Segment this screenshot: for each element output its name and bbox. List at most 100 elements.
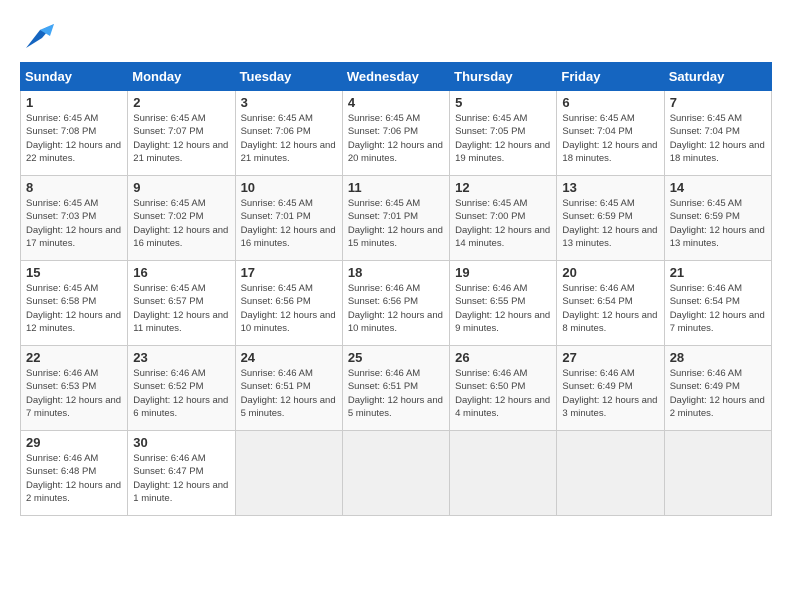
- calendar-day-cell: 24Sunrise: 6:46 AM Sunset: 6:51 PM Dayli…: [235, 346, 342, 431]
- day-info: Sunrise: 6:45 AM Sunset: 6:57 PM Dayligh…: [133, 282, 229, 335]
- weekday-header: Monday: [128, 63, 235, 91]
- calendar-day-cell: 6Sunrise: 6:45 AM Sunset: 7:04 PM Daylig…: [557, 91, 664, 176]
- calendar-day-cell: 4 Sunrise: 6:45 AM Sunset: 7:06 PM Daylig…: [342, 91, 449, 176]
- day-info: Sunrise: 6:46 AM Sunset: 6:49 PM Dayligh…: [562, 367, 658, 420]
- day-number: 22: [26, 350, 122, 365]
- day-number: 11: [348, 180, 444, 195]
- calendar-day-cell: [557, 431, 664, 516]
- day-info: Sunrise: 6:46 AM Sunset: 6:51 PM Dayligh…: [241, 367, 337, 420]
- calendar-day-cell: 20Sunrise: 6:46 AM Sunset: 6:54 PM Dayli…: [557, 261, 664, 346]
- calendar-day-cell: 23 Sunrise: 6:46 AM Sunset: 6:52 PM Dayli…: [128, 346, 235, 431]
- day-info: Sunrise: 6:46 AM Sunset: 6:54 PM Dayligh…: [670, 282, 766, 335]
- day-number: 7: [670, 95, 766, 110]
- logo: [20, 20, 62, 52]
- day-info: Sunrise: 6:45 AM Sunset: 7:02 PM Dayligh…: [133, 197, 229, 250]
- day-number: 1: [26, 95, 122, 110]
- day-info: Sunrise: 6:45 AM Sunset: 6:58 PM Dayligh…: [26, 282, 122, 335]
- day-number: 29: [26, 435, 122, 450]
- day-number: 15: [26, 265, 122, 280]
- day-info: Sunrise: 6:45 AM Sunset: 7:07 PM Dayligh…: [133, 112, 229, 165]
- day-number: 16: [133, 265, 229, 280]
- weekday-header: Tuesday: [235, 63, 342, 91]
- day-info: Sunrise: 6:45 AM Sunset: 7:05 PM Dayligh…: [455, 112, 551, 165]
- day-number: 9: [133, 180, 229, 195]
- calendar-day-cell: 27 Sunrise: 6:46 AM Sunset: 6:49 PM Dayli…: [557, 346, 664, 431]
- weekday-header: Sunday: [21, 63, 128, 91]
- calendar-day-cell: 16 Sunrise: 6:45 AM Sunset: 6:57 PM Dayli…: [128, 261, 235, 346]
- day-number: 28: [670, 350, 766, 365]
- calendar-day-cell: 21Sunrise: 6:46 AM Sunset: 6:54 PM Dayli…: [664, 261, 771, 346]
- day-info: Sunrise: 6:45 AM Sunset: 7:06 PM Dayligh…: [348, 112, 444, 165]
- calendar-day-cell: [235, 431, 342, 516]
- calendar-day-cell: 19Sunrise: 6:46 AM Sunset: 6:55 PM Dayli…: [450, 261, 557, 346]
- calendar-week-row: 29 Sunrise: 6:46 AM Sunset: 6:48 PM Dayli…: [21, 431, 772, 516]
- calendar-day-cell: 10 Sunrise: 6:45 AM Sunset: 7:01 PM Dayli…: [235, 176, 342, 261]
- calendar-day-cell: 11 Sunrise: 6:45 AM Sunset: 7:01 PM Dayli…: [342, 176, 449, 261]
- calendar-day-cell: 1 Sunrise: 6:45 AM Sunset: 7:08 PM Daylig…: [21, 91, 128, 176]
- day-number: 23: [133, 350, 229, 365]
- calendar-header: SundayMondayTuesdayWednesdayThursdayFrid…: [21, 63, 772, 91]
- calendar-day-cell: 3 Sunrise: 6:45 AM Sunset: 7:06 PM Daylig…: [235, 91, 342, 176]
- calendar-day-cell: 9 Sunrise: 6:45 AM Sunset: 7:02 PM Daylig…: [128, 176, 235, 261]
- day-number: 14: [670, 180, 766, 195]
- calendar-day-cell: 22 Sunrise: 6:46 AM Sunset: 6:53 PM Dayli…: [21, 346, 128, 431]
- day-info: Sunrise: 6:46 AM Sunset: 6:55 PM Dayligh…: [455, 282, 551, 335]
- day-number: 10: [241, 180, 337, 195]
- calendar-day-cell: 13 Sunrise: 6:45 AM Sunset: 6:59 PM Dayli…: [557, 176, 664, 261]
- day-number: 4: [348, 95, 444, 110]
- day-info: Sunrise: 6:45 AM Sunset: 6:56 PM Dayligh…: [241, 282, 337, 335]
- day-info: Sunrise: 6:45 AM Sunset: 7:08 PM Dayligh…: [26, 112, 122, 165]
- calendar-day-cell: 8 Sunrise: 6:45 AM Sunset: 7:03 PM Daylig…: [21, 176, 128, 261]
- calendar-week-row: 8 Sunrise: 6:45 AM Sunset: 7:03 PM Daylig…: [21, 176, 772, 261]
- day-info: Sunrise: 6:46 AM Sunset: 6:47 PM Dayligh…: [133, 452, 229, 505]
- calendar-day-cell: 17 Sunrise: 6:45 AM Sunset: 6:56 PM Dayli…: [235, 261, 342, 346]
- calendar-day-cell: 15 Sunrise: 6:45 AM Sunset: 6:58 PM Dayli…: [21, 261, 128, 346]
- day-number: 5: [455, 95, 551, 110]
- day-number: 26: [455, 350, 551, 365]
- calendar-table: SundayMondayTuesdayWednesdayThursdayFrid…: [20, 62, 772, 516]
- calendar-day-cell: 28Sunrise: 6:46 AM Sunset: 6:49 PM Dayli…: [664, 346, 771, 431]
- calendar-day-cell: 5 Sunrise: 6:45 AM Sunset: 7:05 PM Daylig…: [450, 91, 557, 176]
- day-info: Sunrise: 6:46 AM Sunset: 6:48 PM Dayligh…: [26, 452, 122, 505]
- day-info: Sunrise: 6:46 AM Sunset: 6:51 PM Dayligh…: [348, 367, 444, 420]
- day-info: Sunrise: 6:45 AM Sunset: 7:00 PM Dayligh…: [455, 197, 551, 250]
- day-number: 27: [562, 350, 658, 365]
- day-info: Sunrise: 6:46 AM Sunset: 6:53 PM Dayligh…: [26, 367, 122, 420]
- day-info: Sunrise: 6:45 AM Sunset: 7:03 PM Dayligh…: [26, 197, 122, 250]
- calendar-day-cell: 18 Sunrise: 6:46 AM Sunset: 6:56 PM Dayli…: [342, 261, 449, 346]
- calendar-day-cell: 14 Sunrise: 6:45 AM Sunset: 6:59 PM Dayli…: [664, 176, 771, 261]
- page-header: [20, 20, 772, 52]
- calendar-day-cell: 2 Sunrise: 6:45 AM Sunset: 7:07 PM Daylig…: [128, 91, 235, 176]
- day-number: 17: [241, 265, 337, 280]
- day-number: 2: [133, 95, 229, 110]
- calendar-day-cell: [342, 431, 449, 516]
- day-info: Sunrise: 6:45 AM Sunset: 7:06 PM Dayligh…: [241, 112, 337, 165]
- day-number: 25: [348, 350, 444, 365]
- calendar-day-cell: 29 Sunrise: 6:46 AM Sunset: 6:48 PM Dayli…: [21, 431, 128, 516]
- calendar-week-row: 1 Sunrise: 6:45 AM Sunset: 7:08 PM Daylig…: [21, 91, 772, 176]
- day-number: 6: [562, 95, 658, 110]
- day-info: Sunrise: 6:45 AM Sunset: 6:59 PM Dayligh…: [562, 197, 658, 250]
- calendar-day-cell: 26 Sunrise: 6:46 AM Sunset: 6:50 PM Dayli…: [450, 346, 557, 431]
- day-info: Sunrise: 6:46 AM Sunset: 6:54 PM Dayligh…: [562, 282, 658, 335]
- calendar-body: 1 Sunrise: 6:45 AM Sunset: 7:08 PM Daylig…: [21, 91, 772, 516]
- weekday-header: Saturday: [664, 63, 771, 91]
- day-info: Sunrise: 6:45 AM Sunset: 7:01 PM Dayligh…: [348, 197, 444, 250]
- weekday-header: Friday: [557, 63, 664, 91]
- day-info: Sunrise: 6:45 AM Sunset: 6:59 PM Dayligh…: [670, 197, 766, 250]
- calendar-day-cell: 7 Sunrise: 6:45 AM Sunset: 7:04 PM Daylig…: [664, 91, 771, 176]
- day-number: 13: [562, 180, 658, 195]
- day-info: Sunrise: 6:46 AM Sunset: 6:52 PM Dayligh…: [133, 367, 229, 420]
- logo-icon: [20, 20, 58, 52]
- calendar-day-cell: 30Sunrise: 6:46 AM Sunset: 6:47 PM Dayli…: [128, 431, 235, 516]
- day-info: Sunrise: 6:46 AM Sunset: 6:56 PM Dayligh…: [348, 282, 444, 335]
- calendar-day-cell: 12Sunrise: 6:45 AM Sunset: 7:00 PM Dayli…: [450, 176, 557, 261]
- day-number: 3: [241, 95, 337, 110]
- day-info: Sunrise: 6:46 AM Sunset: 6:50 PM Dayligh…: [455, 367, 551, 420]
- calendar-day-cell: [450, 431, 557, 516]
- day-number: 8: [26, 180, 122, 195]
- day-info: Sunrise: 6:45 AM Sunset: 7:04 PM Dayligh…: [670, 112, 766, 165]
- weekday-header: Wednesday: [342, 63, 449, 91]
- day-info: Sunrise: 6:45 AM Sunset: 7:01 PM Dayligh…: [241, 197, 337, 250]
- day-number: 18: [348, 265, 444, 280]
